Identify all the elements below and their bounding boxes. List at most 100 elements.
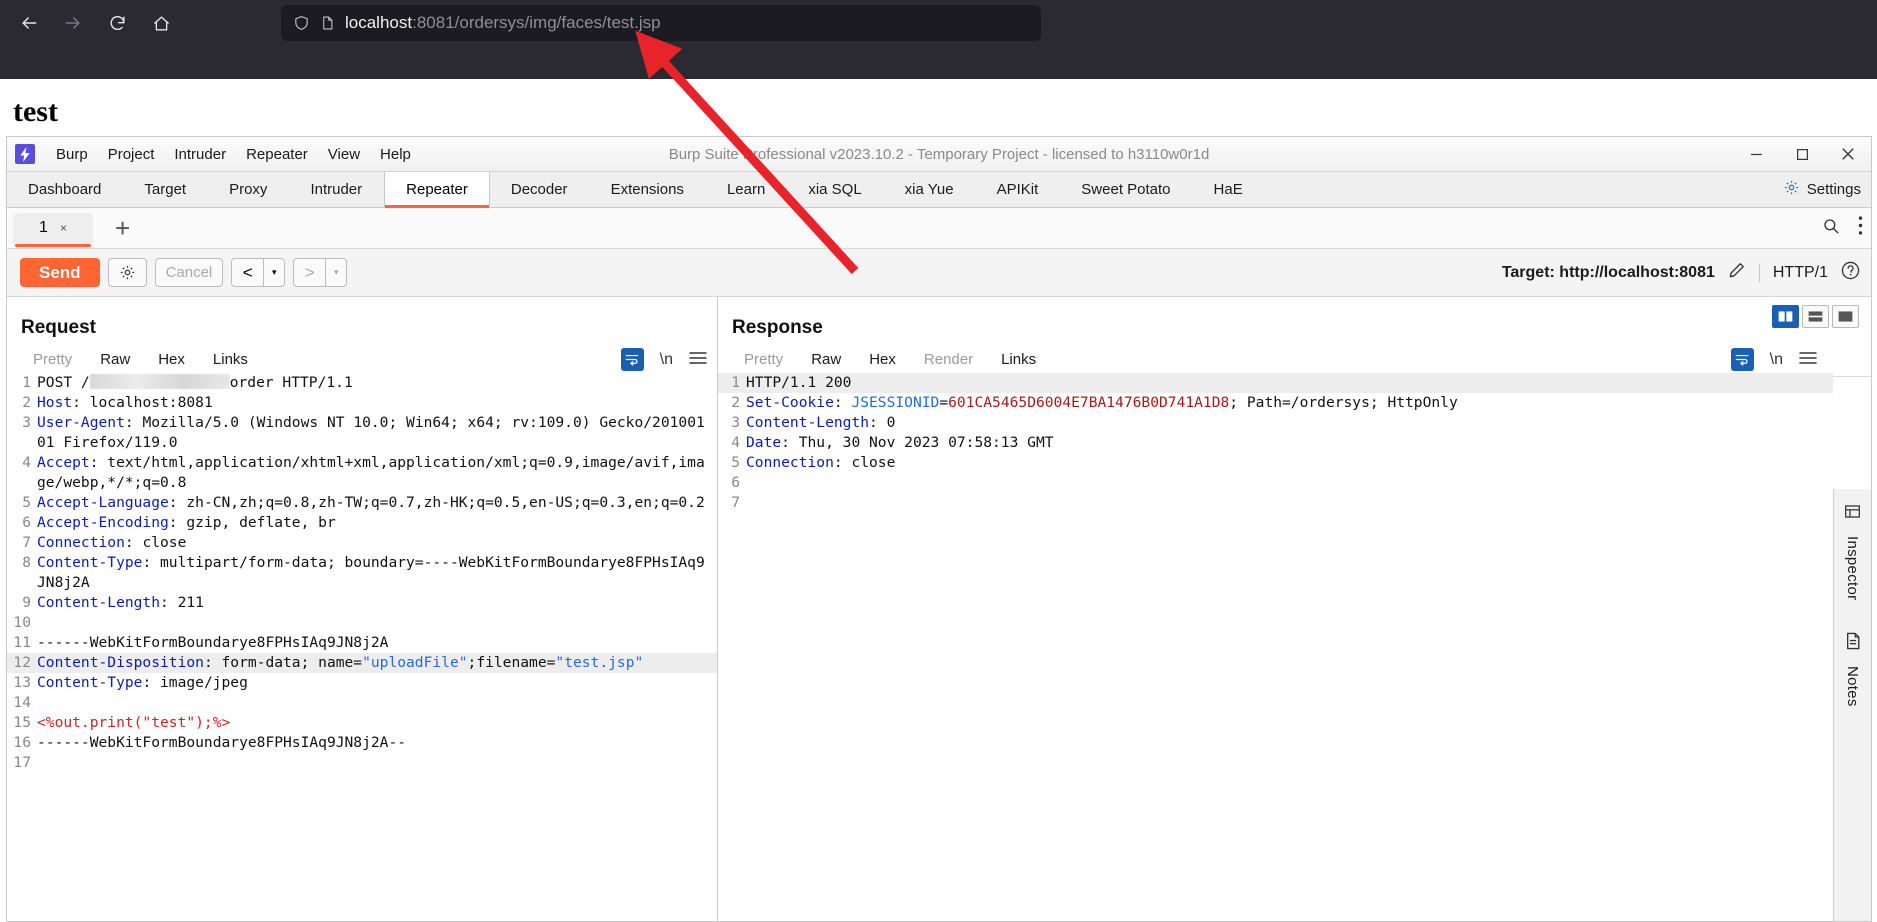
menu-help[interactable]: Help	[371, 142, 420, 167]
repeater-tab-1[interactable]: 1 ×	[13, 212, 93, 247]
menu-burp[interactable]: Burp	[47, 142, 97, 167]
repeater-tab-number: 1	[39, 219, 48, 236]
horizontal-view-icon[interactable]	[1802, 305, 1829, 328]
settings-button[interactable]: Settings	[1783, 172, 1861, 207]
minimize-icon[interactable]	[1733, 137, 1779, 171]
request-editor[interactable]: 1 POST / order HTTP/1.1 2 Host: localhost:80…	[7, 373, 717, 921]
prev-request-split-button[interactable]: < ▾	[231, 258, 286, 287]
line-number: 1	[731, 374, 740, 391]
code-line-text: Set-Cookie: JSESSIONID=601CA5465D6004E7B…	[746, 394, 1458, 411]
code-line: 6 Accept-Encoding: gzip, deflate, br	[7, 513, 717, 533]
tab-xia-yue[interactable]: xia Yue	[884, 172, 976, 207]
code-line-text	[37, 753, 717, 773]
line-number: 5	[731, 454, 740, 471]
tab-apikit[interactable]: APIKit	[976, 172, 1061, 207]
reload-icon[interactable]	[100, 6, 134, 40]
line-number: 16	[13, 734, 31, 751]
close-icon[interactable]	[1825, 137, 1871, 171]
request-tab-pretty[interactable]: Pretty	[19, 343, 86, 376]
next-request-caret-icon[interactable]: ▾	[325, 258, 348, 287]
tab-decoder[interactable]: Decoder	[490, 172, 590, 207]
code-line-text: Content-Type: image/jpeg	[37, 674, 248, 691]
tab-target[interactable]: Target	[123, 172, 208, 207]
search-icon[interactable]	[1822, 217, 1840, 240]
page-title: test	[13, 95, 58, 128]
response-tab-links[interactable]: Links	[987, 343, 1050, 376]
shield-icon	[293, 14, 310, 32]
line-number: 3	[731, 414, 740, 431]
code-line-text: Content-Disposition: form-data; name="up…	[37, 654, 644, 671]
menu-view[interactable]: View	[319, 142, 369, 167]
line-number: 5	[22, 494, 31, 511]
code-line-text: Date: Thu, 30 Nov 2023 07:58:13 GMT	[746, 434, 1054, 451]
response-tab-render[interactable]: Render	[910, 343, 987, 376]
target-label: Target: http://localhost:8081	[1501, 263, 1715, 281]
request-tab-hex[interactable]: Hex	[144, 343, 199, 376]
request-tab-raw[interactable]: Raw	[86, 343, 144, 376]
next-request-button[interactable]: >	[293, 258, 326, 287]
tab-extensions[interactable]: Extensions	[590, 172, 706, 207]
cancel-button[interactable]: Cancel	[154, 258, 224, 287]
split-view-icon[interactable]	[1772, 305, 1799, 328]
burp-main-tabs: Dashboard Target Proxy Intruder Repeater…	[7, 172, 1871, 208]
menu-repeater[interactable]: Repeater	[237, 142, 317, 167]
line-number: 8	[22, 554, 31, 571]
tab-xia-sql[interactable]: xia SQL	[787, 172, 883, 207]
single-view-icon[interactable]	[1832, 305, 1859, 328]
prev-request-caret-icon[interactable]: ▾	[263, 258, 286, 287]
vertical-dots-icon[interactable]	[1858, 216, 1863, 240]
menu-intruder[interactable]: Intruder	[165, 142, 235, 167]
tab-dashboard[interactable]: Dashboard	[7, 172, 123, 207]
code-line-text: ------WebKitFormBoundarye8FPHsIAq9JN8j2A…	[37, 734, 407, 751]
line-number: 6	[22, 514, 31, 531]
notes-label[interactable]: Notes	[1844, 666, 1861, 707]
hamburger-icon[interactable]	[1799, 349, 1817, 370]
next-request-split-button[interactable]: > ▾	[293, 258, 348, 287]
back-arrow-icon[interactable]	[12, 6, 46, 40]
code-line-text	[746, 473, 1833, 493]
code-line: 3 Content-Length: 0	[718, 413, 1833, 433]
code-line: 16 ------WebKitFormBoundarye8FPHsIAq9JN8j…	[7, 733, 717, 753]
code-line-text: Connection: close	[746, 454, 896, 471]
http-version-label[interactable]: HTTP/1	[1758, 263, 1828, 282]
tab-intruder[interactable]: Intruder	[289, 172, 384, 207]
line-number: 2	[22, 394, 31, 411]
request-settings-gear-icon[interactable]	[107, 258, 147, 287]
code-line-text: <%out.print("test");%>	[37, 714, 231, 731]
home-icon[interactable]	[144, 6, 178, 40]
maximize-icon[interactable]	[1779, 137, 1825, 171]
prev-request-button[interactable]: <	[231, 258, 264, 287]
question-icon[interactable]	[1840, 260, 1861, 286]
word-wrap-icon[interactable]	[1730, 348, 1754, 371]
code-line: 11 ------WebKitFormBoundarye8FPHsIAq9JN8j…	[7, 633, 717, 653]
word-wrap-icon[interactable]	[620, 348, 644, 371]
forward-arrow-icon[interactable]	[56, 6, 90, 40]
inspector-label[interactable]: Inspector	[1844, 536, 1861, 600]
send-button[interactable]: Send	[20, 258, 100, 287]
menu-project[interactable]: Project	[99, 142, 164, 167]
newline-icon[interactable]: \n	[1770, 351, 1783, 369]
pencil-icon[interactable]	[1727, 260, 1747, 285]
response-tab-hex[interactable]: Hex	[855, 343, 910, 376]
tab-proxy[interactable]: Proxy	[208, 172, 289, 207]
add-tab-button[interactable]: +	[115, 215, 130, 241]
tab-sweet-potato[interactable]: Sweet Potato	[1060, 172, 1192, 207]
inspector-icon[interactable]	[1844, 503, 1861, 524]
response-tab-raw[interactable]: Raw	[797, 343, 855, 376]
address-bar[interactable]: localhost:8081/ordersys/img/faces/test.j…	[281, 5, 1041, 41]
request-tab-links[interactable]: Links	[199, 343, 262, 376]
repeater-main-area: Request Pretty Raw Hex Links \n 1 POST /…	[7, 297, 1871, 921]
tab-hae[interactable]: HaE	[1193, 172, 1265, 207]
close-icon[interactable]: ×	[60, 221, 67, 235]
notes-icon[interactable]	[1845, 632, 1861, 654]
tab-repeater[interactable]: Repeater	[384, 172, 490, 208]
response-editor[interactable]: 1 HTTP/1.1 200 2 Set-Cookie: JSESSIONID=601…	[718, 373, 1833, 921]
response-tab-pretty[interactable]: Pretty	[730, 343, 797, 376]
line-number: 2	[731, 394, 740, 411]
tab-learn[interactable]: Learn	[706, 172, 787, 207]
hamburger-icon[interactable]	[689, 349, 707, 370]
repeater-tab-row-actions	[1822, 216, 1863, 240]
newline-icon[interactable]: \n	[660, 351, 673, 369]
code-line-text: Content-Type: multipart/form-data; bound…	[37, 554, 705, 591]
line-number: 12	[13, 654, 31, 671]
